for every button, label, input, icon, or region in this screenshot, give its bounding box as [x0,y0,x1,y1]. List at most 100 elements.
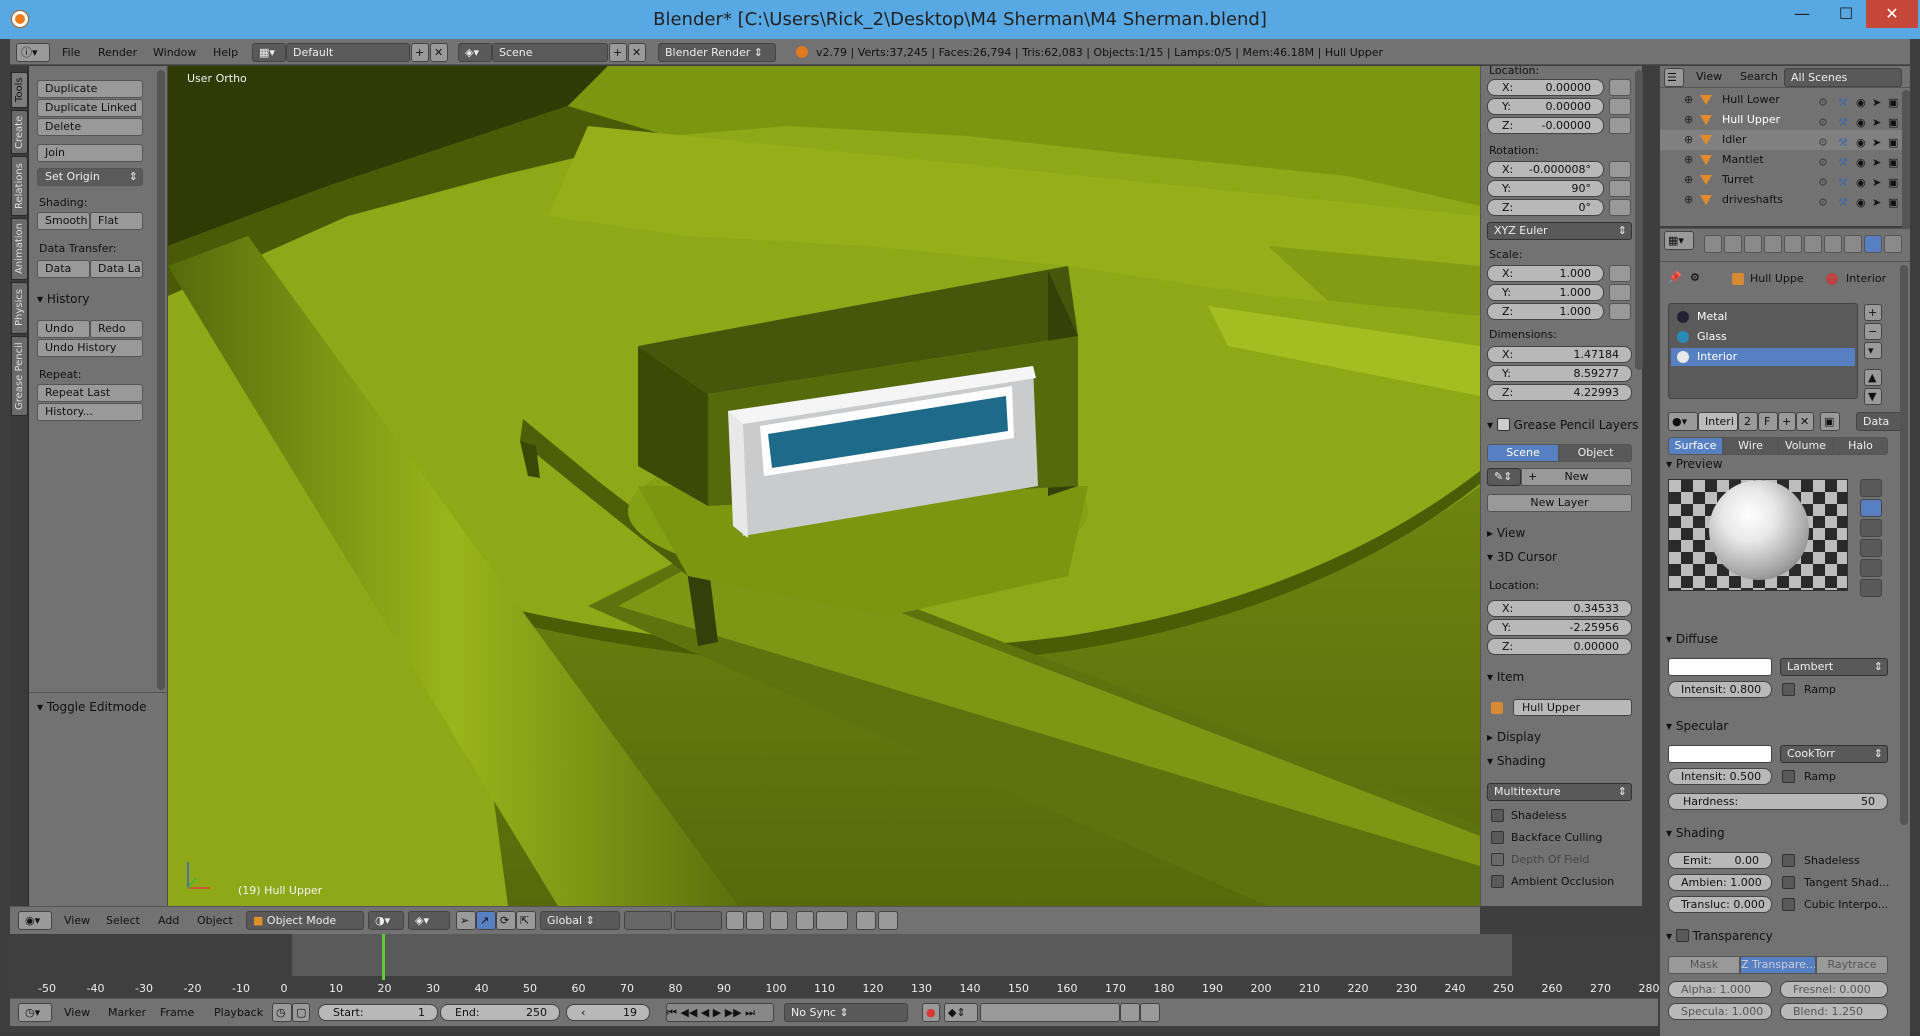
rotation-z-field[interactable]: Z: 0° [1487,199,1604,216]
camera-render-icon[interactable]: ▣ [1888,173,1900,189]
scene-select[interactable]: Scene [492,43,608,62]
ambient-occlusion-checkbox[interactable] [1491,875,1504,888]
world-tab-icon[interactable] [1764,235,1782,253]
view-panel-header[interactable]: ▸ View [1487,526,1525,540]
lock-location-x-icon[interactable] [1609,79,1631,96]
pin-icon[interactable]: 📌 [1668,271,1682,284]
lock-rotation-x-icon[interactable] [1609,161,1631,178]
unlink-material-icon[interactable]: ✕ [1796,412,1814,431]
outliner-menu-view[interactable]: View [1696,70,1722,83]
diffuse-panel-header[interactable]: ▾ Diffuse [1666,632,1718,646]
new-material-icon[interactable]: + [1778,412,1796,431]
specular-panel-header[interactable]: ▾ Specular [1666,719,1728,733]
material-name-field[interactable]: Interi [1698,412,1738,431]
menu-view[interactable]: View [64,914,90,927]
eye-icon[interactable]: ◉ [1856,173,1868,189]
end-frame-field[interactable]: End: 250 [440,1004,560,1021]
transform-orientation-select[interactable]: Global ⇕ [540,911,620,930]
tab-grease-pencil[interactable]: Grease Pencil [11,336,28,416]
grease-object-button[interactable]: Object [1559,444,1632,462]
lock-scale-z-icon[interactable] [1609,303,1631,320]
opengl-animation-icon[interactable] [878,911,898,930]
emit-field[interactable]: Emit: 0.00 [1668,852,1772,869]
cursor-select-icon[interactable]: ➤ [1872,153,1884,169]
camera-render-icon[interactable]: ▣ [1888,193,1900,209]
outliner-item[interactable]: ⊕ driveshafts ⚙ ⚒ ◉ ➤ ▣ [1660,190,1902,210]
move-slot-down-icon[interactable]: ▼ [1864,388,1882,405]
expand-icon[interactable]: ⊕ [1684,190,1693,210]
duplicate-linked-button[interactable]: Duplicate Linked [37,99,143,117]
tab-wire[interactable]: Wire [1723,437,1778,455]
scene-tab-icon[interactable] [1744,235,1762,253]
cursor-x-field[interactable]: X: 0.34533 [1487,600,1632,617]
expand-icon[interactable]: ⊕ [1684,130,1693,150]
tab-halo[interactable]: Halo [1833,437,1888,455]
viewport-shading-icon[interactable]: ◑▾ [368,911,404,930]
scene-icon[interactable]: ◈▾ [458,43,492,62]
add-slot-icon[interactable]: + [1864,304,1882,321]
diffuse-ramp-checkbox[interactable] [1782,683,1795,696]
tab-physics[interactable]: Physics [11,282,28,334]
layers-row-2[interactable] [674,911,722,930]
diffuse-color-swatch[interactable] [1668,658,1772,676]
scale-z-field[interactable]: Z: 1.000 [1487,303,1604,320]
expand-icon[interactable]: ⊕ [1684,170,1693,190]
menu-window[interactable]: Window [153,46,196,59]
transparency-checkbox[interactable] [1675,929,1689,942]
menu-help[interactable]: Help [213,46,238,59]
screen-layout-select[interactable]: Default [286,43,410,62]
new-layer-button[interactable]: New Layer [1487,494,1632,512]
hardness-field[interactable]: Hardness: 50 [1668,793,1888,810]
remove-screen-icon[interactable]: ✕ [430,43,448,62]
current-frame-field[interactable]: ‹ 19 [566,1004,650,1021]
shading-mode-select[interactable]: Multitexture ⇕ [1487,783,1632,801]
sync-mode-select[interactable]: No Sync ⇕ [784,1003,908,1022]
material-slot[interactable]: Glass [1671,328,1855,346]
start-frame-field[interactable]: Start: 1 [318,1004,438,1021]
lock-location-y-icon[interactable] [1609,98,1631,115]
translucency-field[interactable]: Transluc: 0.000 [1668,896,1772,913]
material-browse-icon[interactable]: ●▾ [1668,412,1698,431]
outliner-scrollbar[interactable] [1902,90,1910,230]
menu-file[interactable]: File [62,46,80,59]
transparency-panel-header[interactable]: ▾ Transparency [1666,927,1773,943]
lock-scale-y-icon[interactable] [1609,284,1631,301]
lock-location-z-icon[interactable] [1609,117,1631,134]
modifiers-tab-icon[interactable] [1824,235,1842,253]
cursor-select-icon[interactable]: ➤ [1872,113,1884,129]
translate-manipulator-icon[interactable]: ↗ [476,911,496,930]
transparency-raytrace-button[interactable]: Raytrace [1816,956,1888,974]
specular-color-swatch[interactable] [1668,745,1772,763]
specular-intensity-field[interactable]: Intensit: 0.500 [1668,768,1772,785]
outliner-item[interactable]: ⊕ Hull Lower ⚙ ⚒ ◉ ➤ ▣ [1660,90,1902,110]
dimensions-y-field[interactable]: Y: 8.59277 [1487,365,1632,382]
render-layer-icon[interactable] [746,911,764,930]
3d-viewport[interactable]: User Ortho (19) Hull Upper [168,66,1480,906]
cursor-select-icon[interactable]: ➤ [1872,133,1884,149]
mode-select[interactable]: ■ Object Mode [246,911,364,930]
node-toggle-icon[interactable]: ▣ [1820,412,1840,431]
material-shadeless-checkbox[interactable] [1782,854,1795,867]
rotation-x-field[interactable]: X: -0.000008° [1487,161,1604,178]
outliner-item[interactable]: ⊕ Idler ⚙ ⚒ ◉ ➤ ▣ [1660,130,1902,150]
location-z-field[interactable]: Z: -0.00000 [1487,117,1604,134]
location-y-field[interactable]: Y: 0.00000 [1487,98,1604,115]
editor-type-icon[interactable]: ⓘ▾ [16,43,50,62]
material-slot-list[interactable]: Metal Glass Interior [1668,303,1858,399]
repeat-last-button[interactable]: Repeat Last [37,384,143,402]
alpha-field[interactable]: Alpha: 1.000 [1668,981,1772,998]
preview-cube-icon[interactable] [1860,519,1882,537]
eye-icon[interactable]: ◉ [1856,133,1868,149]
lock-rotation-z-icon[interactable] [1609,199,1631,216]
outliner-display-mode-select[interactable]: All Scenes [1784,68,1902,87]
cursor-y-field[interactable]: Y: -2.25956 [1487,619,1632,636]
material-tab-icon[interactable] [1864,235,1882,253]
preview-panel-header[interactable]: ▾ Preview [1666,457,1723,471]
move-slot-up-icon[interactable]: ▲ [1864,369,1882,386]
grease-scene-button[interactable]: Scene [1487,444,1559,462]
timeline-area[interactable]: -50 -40 -30 -20 -10 0 10 20 30 40 50 60 70 80 90 100 110… [10,934,1660,1008]
specular-shader-select[interactable]: CookTorr ⇕ [1780,745,1888,763]
preview-sky-icon[interactable] [1860,579,1882,597]
menu-add[interactable]: Add [158,914,179,927]
shadeless-checkbox[interactable] [1491,809,1504,822]
